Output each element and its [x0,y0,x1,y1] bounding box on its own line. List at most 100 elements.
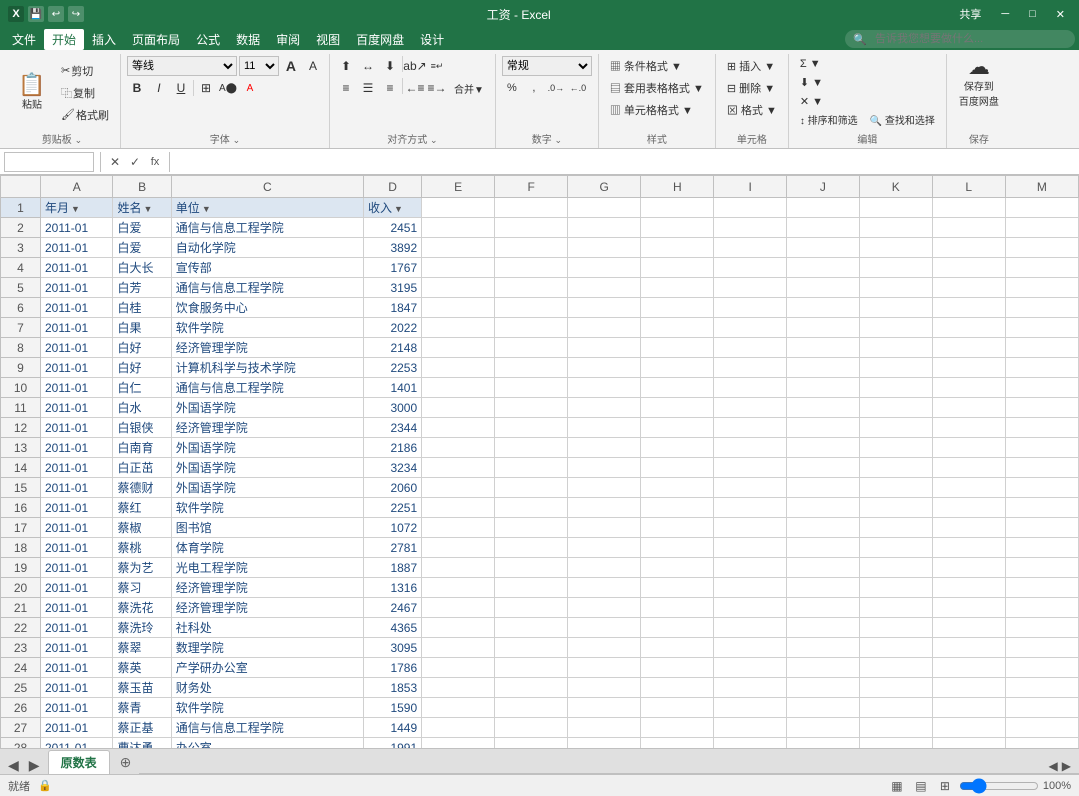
decrease-font-button[interactable]: A [303,56,323,76]
cell-empty[interactable] [932,298,1005,318]
share-button[interactable]: 共享 [953,4,987,24]
cell-empty[interactable] [641,518,714,538]
cell-empty[interactable] [568,458,641,478]
cell-empty[interactable] [568,238,641,258]
cell-empty[interactable] [422,478,495,498]
cell-empty[interactable] [568,318,641,338]
maximize-button[interactable]: □ [1023,6,1042,22]
decrease-indent-button[interactable]: ←≡ [405,78,425,98]
cell-empty[interactable] [714,218,787,238]
cell-year[interactable]: 年月▼ [41,198,113,218]
cell-empty[interactable] [641,738,714,749]
cell-name[interactable]: 白好 [113,358,171,378]
cell-empty[interactable] [932,218,1005,238]
cell-dept[interactable]: 计算机科学与技术学院 [171,358,363,378]
cell-empty[interactable] [568,618,641,638]
cell-dept[interactable]: 外国语学院 [171,438,363,458]
cell-empty[interactable] [714,658,787,678]
cell-empty[interactable] [495,698,568,718]
close-button[interactable]: ✕ [1050,6,1071,23]
cell-empty[interactable] [932,318,1005,338]
cell-name[interactable]: 蔡椒 [113,518,171,538]
filter-year-button[interactable]: ▼ [71,204,80,214]
sheet-tab-original[interactable]: 原数表 [48,750,110,774]
cell-empty[interactable] [714,478,787,498]
cell-name[interactable]: 蔡洗花 [113,598,171,618]
cell-empty[interactable] [932,538,1005,558]
cell-empty[interactable] [932,338,1005,358]
cell-empty[interactable] [422,218,495,238]
cell-dept[interactable]: 办公室 [171,738,363,749]
cell-empty[interactable] [422,298,495,318]
cell-empty[interactable] [641,298,714,318]
fill-color-button[interactable]: A⬤ [218,78,238,98]
cell-empty[interactable] [422,278,495,298]
cell-year[interactable]: 2011-01 [41,378,113,398]
cell-empty[interactable] [1005,578,1078,598]
cell-empty[interactable] [859,598,932,618]
cell-empty[interactable] [495,238,568,258]
cell-empty[interactable] [859,518,932,538]
cell-empty[interactable] [495,378,568,398]
cell-empty[interactable] [495,538,568,558]
cell-income[interactable]: 1786 [363,658,421,678]
cell-income[interactable]: 4365 [363,618,421,638]
cell-empty[interactable] [422,638,495,658]
align-center-button[interactable]: ☰ [358,78,378,98]
cell-empty[interactable] [495,258,568,278]
cell-income[interactable]: 2344 [363,418,421,438]
cell-income[interactable]: 1316 [363,578,421,598]
cell-empty[interactable] [422,678,495,698]
menu-review[interactable]: 审阅 [268,29,308,50]
scroll-right-button[interactable]: ◀ [1049,759,1058,773]
cell-empty[interactable] [859,698,932,718]
cell-empty[interactable] [932,558,1005,578]
cell-empty[interactable] [568,698,641,718]
col-header-D[interactable]: D [363,176,421,198]
cell-empty[interactable] [641,678,714,698]
cell-empty[interactable] [641,458,714,478]
cell-empty[interactable] [495,558,568,578]
quick-redo-icon[interactable]: ↪ [68,6,84,22]
cell-empty[interactable] [786,658,859,678]
cell-empty[interactable] [1005,498,1078,518]
cell-empty[interactable] [422,698,495,718]
cell-empty[interactable] [1005,238,1078,258]
cell-empty[interactable] [714,258,787,278]
find-replace-button[interactable]: 🔍 查找和选择 [865,110,940,129]
scroll-tabs-left-button[interactable]: ◀ [4,757,23,774]
formula-input[interactable]: 袁周 [176,152,1075,172]
cell-empty[interactable] [495,498,568,518]
cell-empty[interactable] [1005,258,1078,278]
border-button[interactable]: ⊞ [196,78,216,98]
cell-empty[interactable] [714,678,787,698]
cell-dept[interactable]: 数理学院 [171,638,363,658]
cell-empty[interactable] [1005,638,1078,658]
cell-empty[interactable] [1005,338,1078,358]
cell-empty[interactable] [714,298,787,318]
cell-income[interactable]: 2253 [363,358,421,378]
cell-name[interactable]: 白芳 [113,278,171,298]
menu-baidu[interactable]: 百度网盘 [348,29,412,50]
font-color-button[interactable]: A [240,78,260,98]
cell-empty[interactable] [568,718,641,738]
cell-empty[interactable] [641,398,714,418]
decrease-decimal-button[interactable]: ←.0 [568,78,588,98]
cell-dept[interactable]: 经济管理学院 [171,418,363,438]
cell-income[interactable]: 1401 [363,378,421,398]
cell-empty[interactable] [932,278,1005,298]
cell-empty[interactable] [859,678,932,698]
cell-empty[interactable] [568,218,641,238]
quick-undo-icon[interactable]: ↩ [48,6,64,22]
cell-empty[interactable] [422,498,495,518]
cell-year[interactable]: 2011-01 [41,498,113,518]
copy-button[interactable]: ⿻ 复制 [56,83,114,103]
cell-name[interactable]: 蔡德财 [113,478,171,498]
cell-empty[interactable] [641,238,714,258]
cell-empty[interactable] [1005,478,1078,498]
cell-dept[interactable]: 外国语学院 [171,458,363,478]
cell-name[interactable]: 蔡红 [113,498,171,518]
format-painter-button[interactable]: 🖌 格式刷 [56,105,114,125]
cell-empty[interactable] [932,618,1005,638]
menu-view[interactable]: 视图 [308,29,348,50]
